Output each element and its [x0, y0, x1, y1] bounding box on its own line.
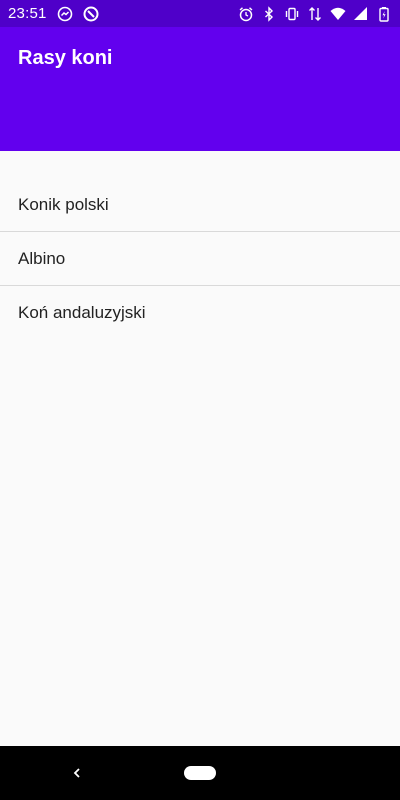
status-right: [238, 5, 392, 22]
list-item[interactable]: Konik polski: [0, 178, 400, 232]
list-item-label: Konik polski: [18, 194, 109, 214]
home-pill-icon[interactable]: [184, 766, 216, 780]
app-bar: Rasy koni: [0, 27, 400, 151]
list-item-label: Albino: [18, 248, 66, 268]
screen: 23:51 Rasy koni Konik polski Albino Koń …: [0, 0, 400, 800]
do-not-disturb-icon: [83, 6, 99, 22]
messenger-icon: [57, 6, 73, 22]
status-bar: 23:51: [0, 0, 400, 27]
battery-icon: [376, 6, 392, 22]
list-item[interactable]: Albino: [0, 232, 400, 286]
status-left: 23:51: [8, 5, 99, 22]
list-item-label: Koń andaluzyjski: [18, 303, 146, 322]
horse-breed-list: Konik polski Albino Koń andaluzyjski: [0, 178, 400, 340]
page-title: Rasy koni: [18, 47, 113, 69]
alarm-icon: [238, 6, 254, 22]
status-time: 23:51: [8, 5, 47, 22]
wifi-icon: [330, 6, 346, 22]
navigation-bar: [0, 746, 400, 800]
bluetooth-icon: [261, 5, 277, 22]
vibrate-icon: [284, 6, 300, 22]
list-item[interactable]: Koń andaluzyjski: [0, 286, 400, 340]
back-icon[interactable]: [70, 763, 84, 783]
signal-icon: [353, 6, 369, 22]
data-icon: [307, 6, 323, 22]
